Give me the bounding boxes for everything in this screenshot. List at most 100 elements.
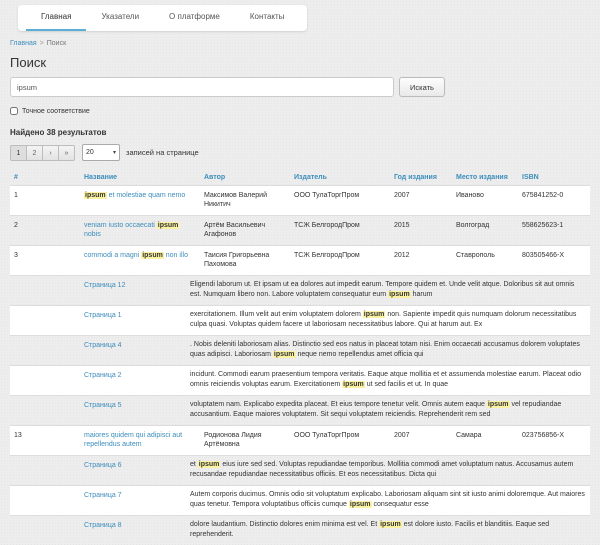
publisher-cell: ООО ТулаТоргПром [290,425,390,455]
column-header[interactable]: Автор [200,170,290,186]
caret-down-icon: ▾ [113,150,116,156]
pagination: 12›» [10,145,75,161]
page-button[interactable]: › [42,145,59,161]
search-term-highlight: ipsum [363,311,386,318]
column-header[interactable]: Издатель [290,170,390,186]
table-row: Страница 12 Eligendi laborum ut. Et ipsam… [10,275,590,305]
page-link[interactable]: Страница 7 [84,492,122,499]
search-term-highlight: ipsum [141,252,164,259]
snippet-cell: exercitationem. Illum velit aut enim vol… [200,305,590,335]
row-number-cell [10,395,80,425]
publisher-cell: ООО ТулаТоргПром [290,186,390,216]
page-button[interactable]: » [58,145,75,161]
table-header-row: #НазваниеАвторИздательГод изданияМесто и… [10,170,590,186]
search-term-highlight: ipsum [157,222,180,229]
author-cell: Таисия Григорьевна Пахомова [200,245,290,275]
isbn-cell: 675841252-0 [518,186,590,216]
snippet-cell: Autem corporis ducimus. Omnis odio sit v… [200,485,590,515]
author-cell: Артём Васильевич Агафонов [200,215,290,245]
row-number-cell [10,335,80,365]
page-title: Поиск [10,55,590,70]
place-cell: Иваново [452,186,518,216]
title-link[interactable]: commodi a magni ipsum non illo [84,252,188,259]
snippet-text: . Nobis deleniti laboriosam alias. Disti… [190,340,586,361]
column-header[interactable]: Название [80,170,200,186]
snippet-cell: dolore laudantium. Distinctio dolores en… [200,515,590,545]
page-link[interactable]: Страница 5 [84,402,122,409]
search-term-highlight: ipsum [487,401,510,408]
snippet-text: Eligendi laborum ut. Et ipsam ut ea dolo… [190,280,586,301]
publisher-cell: ТСЖ БелгородПром [290,215,390,245]
search-term-highlight: ipsum [388,291,411,298]
page-link-cell: Страница 12 [80,275,200,305]
author-cell: Родионова Лидия Артёмовна [200,425,290,455]
row-number-cell [10,275,80,305]
table-row: Страница 4 . Nobis deleniti laboriosam al… [10,335,590,365]
page-link[interactable]: Страница 8 [84,522,122,529]
row-number-cell: 3 [10,245,80,275]
column-header[interactable]: ISBN [518,170,590,186]
search-term-highlight: ipsum [273,351,296,358]
page-link[interactable]: Страница 2 [84,372,122,379]
page-button[interactable]: 2 [26,145,43,161]
table-row: 3 commodi a magni ipsum non illo Таисия Гр… [10,245,590,275]
snippet-cell: voluptatem nam. Explicabo expedita place… [200,395,590,425]
search-term-highlight: ipsum [198,461,221,468]
search-input[interactable] [10,77,394,97]
page-link-cell: Страница 4 [80,335,200,365]
table-row: Страница 6et ipsum eius iure sed sed. Vo… [10,455,590,485]
page-link-cell: Страница 7 [80,485,200,515]
search-term-highlight: ipsum [84,192,107,199]
page-link-cell: Страница 8 [80,515,200,545]
column-header[interactable]: # [10,170,80,186]
page-link-cell: Страница 1 [80,305,200,335]
year-cell: 2007 [390,425,452,455]
results-table: #НазваниеАвторИздательГод изданияМесто и… [10,170,590,545]
table-row: Страница 7 Autem corporis ducimus. Omnis … [10,485,590,515]
page-link[interactable]: Страница 12 [84,282,125,289]
search-button[interactable]: Искать [399,77,445,97]
snippet-text: voluptatem nam. Explicabo expedita place… [190,400,586,421]
table-row: 13maiores quidem qui adipisci aut repell… [10,425,590,455]
title-link[interactable]: ipsum et molestiae quam nemo [84,192,185,199]
page-button[interactable]: 1 [10,145,27,161]
place-cell: Ставрополь [452,245,518,275]
table-row: Страница 2 incidunt. Commodi earum praese… [10,365,590,395]
pagination-row: 12›» 20 ▾ записей на странице [10,144,590,161]
snippet-cell: et ipsum eius iure sed sed. Voluptas rep… [200,455,590,485]
table-row: 1ipsum et molestiae quam nemoМаксимов Ва… [10,186,590,216]
search-term-highlight: ipsum [349,501,372,508]
column-header[interactable]: Год издания [390,170,452,186]
author-cell: Максимов Валерий Никитич [200,186,290,216]
title-link[interactable]: maiores quidem qui adipisci aut repellen… [84,432,182,448]
row-number-cell: 2 [10,215,80,245]
nav-tab[interactable]: Главная [26,5,86,31]
title-cell: maiores quidem qui adipisci aut repellen… [80,425,200,455]
column-header[interactable]: Место издания [452,170,518,186]
page-link[interactable]: Страница 4 [84,342,122,349]
search-form: Искать [10,77,590,97]
row-number-cell [10,455,80,485]
page-link[interactable]: Страница 1 [84,312,122,319]
nav-tab[interactable]: О платформе [154,5,235,31]
per-page-value: 20 [86,149,94,156]
publisher-cell: ТСЖ БелгородПром [290,245,390,275]
title-cell: veniam iusto occaecati ipsum nobis [80,215,200,245]
year-cell: 2007 [390,186,452,216]
results-table-body: 1ipsum et molestiae quam nemoМаксимов Ва… [10,186,590,545]
row-number-cell [10,305,80,335]
nav-tab[interactable]: Указатели [86,5,154,31]
search-term-highlight: ipsum [379,521,402,528]
title-link[interactable]: veniam iusto occaecati ipsum nobis [84,222,179,238]
exact-match-checkbox[interactable] [10,107,18,115]
table-row: 2veniam iusto occaecati ipsum nobis Артём… [10,215,590,245]
title-cell: commodi a magni ipsum non illo [80,245,200,275]
per-page-select[interactable]: 20 ▾ [82,144,120,161]
breadcrumb: Главная>Поиск [10,40,590,47]
place-cell: Самара [452,425,518,455]
breadcrumb-separator: > [40,40,44,47]
breadcrumb-home-link[interactable]: Главная [10,40,37,47]
row-number-cell [10,485,80,515]
snippet-text: incidunt. Commodi earum praesentium temp… [190,370,586,391]
nav-tab[interactable]: Контакты [235,5,300,31]
